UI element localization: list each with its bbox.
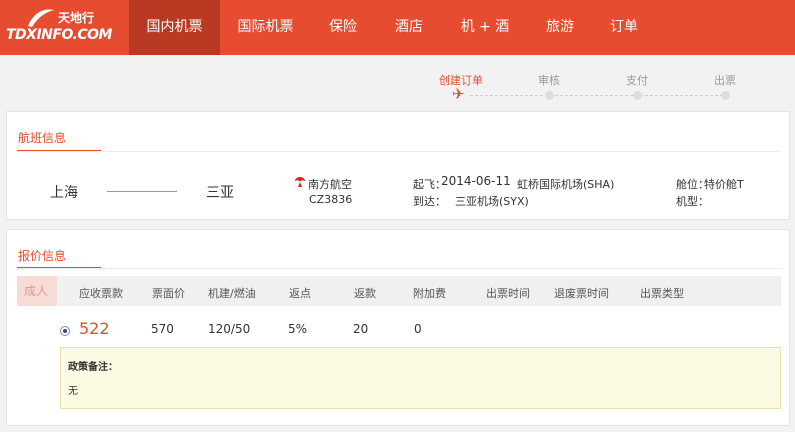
header-tax-fuel: 机建/燃油 — [208, 287, 256, 300]
pricing-table-header: 成人 应收票款 票面价 机建/燃油 返点 返款 附加费 出票时间 退废票时间 出… — [17, 276, 781, 306]
nav-international-flights[interactable]: 国际机票 — [220, 0, 311, 55]
header-surcharge: 附加费 — [413, 287, 446, 300]
route-line — [107, 191, 177, 192]
surcharge: 0 — [414, 322, 422, 336]
header-face-price: 票面价 — [152, 287, 185, 300]
nav-travel[interactable]: 旅游 — [527, 0, 593, 55]
step-review: 审核 — [538, 74, 560, 87]
header-rebate-amount: 返款 — [354, 287, 376, 300]
divider — [17, 268, 781, 269]
site-logo[interactable]: 天地行 TDXINFO.COM — [6, 6, 112, 50]
depart-airport: 虹桥国际机场(SHA) — [517, 178, 615, 191]
policy-note-title: 政策备注： — [68, 362, 118, 373]
header-receivable: 应收票款 — [79, 287, 123, 300]
nav-flight-hotel[interactable]: 机 + 酒 — [443, 0, 527, 55]
policy-note-box: 政策备注： 无 — [60, 347, 781, 409]
step-dot-review — [545, 91, 554, 100]
step-dot-payment — [633, 91, 642, 100]
rebate-point: 5% — [288, 322, 308, 336]
face-price: 570 — [151, 322, 174, 336]
header-refund-time: 退废票时间 — [554, 287, 609, 300]
nav-domestic-flights[interactable]: 国内机票 — [129, 0, 220, 55]
flight-number: CZ3836 — [309, 193, 353, 206]
depart-date: 2014-06-11 — [441, 174, 511, 188]
airline-logo-icon — [295, 177, 305, 187]
flight-info-title: 航班信息 — [18, 131, 67, 145]
departure-city: 上海 — [50, 185, 78, 201]
header-ticket-time: 出票时间 — [486, 287, 530, 300]
rebate-amount: 20 — [353, 322, 369, 336]
arrival-city: 三亚 — [206, 185, 234, 201]
nav-insurance[interactable]: 保险 — [311, 0, 375, 55]
step-connector-line — [470, 95, 728, 96]
header-ticket-type: 出票类型 — [640, 287, 684, 300]
top-nav-bar: 天地行 TDXINFO.COM 国内机票 国际机票 保险 酒店 机 + 酒 旅游… — [0, 0, 795, 55]
arrive-label: 到达： — [413, 195, 446, 208]
cabin-value: 特价舱T — [704, 178, 744, 191]
arrive-airport: 三亚机场(SYX) — [455, 195, 529, 208]
pricing-panel: 报价信息 成人 应收票款 票面价 机建/燃油 返点 返款 附加费 出票时间 退废… — [6, 229, 790, 426]
header-rebate-point: 返点 — [289, 287, 311, 300]
divider — [17, 151, 781, 152]
logo-swoosh-icon — [28, 9, 54, 27]
fare-select-radio[interactable] — [60, 326, 70, 336]
aircraft-label: 机型： — [676, 195, 709, 208]
nav-orders[interactable]: 订单 — [593, 0, 655, 55]
tax-fuel: 120/50 — [208, 322, 251, 336]
flight-info-panel: 航班信息 上海 三亚 南方航空 CZ3836 起飞： 2014-06-11 虹桥… — [6, 111, 790, 220]
step-ticketing: 出票 — [714, 74, 736, 87]
logo-chinese-text: 天地行 — [58, 11, 95, 25]
receivable-amount: 522 — [79, 319, 110, 338]
airplane-icon: ✈ — [452, 85, 465, 103]
passenger-type-tag[interactable]: 成人 — [17, 276, 57, 306]
policy-note-text: 无 — [68, 386, 78, 397]
order-progress-steps: 创建订单 审核 支付 出票 ✈ — [0, 55, 795, 107]
airline-name: 南方航空 — [308, 178, 352, 191]
pricing-title: 报价信息 — [18, 249, 67, 263]
nav-hotel[interactable]: 酒店 — [375, 0, 443, 55]
logo-text: TDXINFO.COM — [6, 27, 112, 43]
step-payment: 支付 — [626, 74, 648, 87]
step-dot-ticketing — [721, 91, 730, 100]
